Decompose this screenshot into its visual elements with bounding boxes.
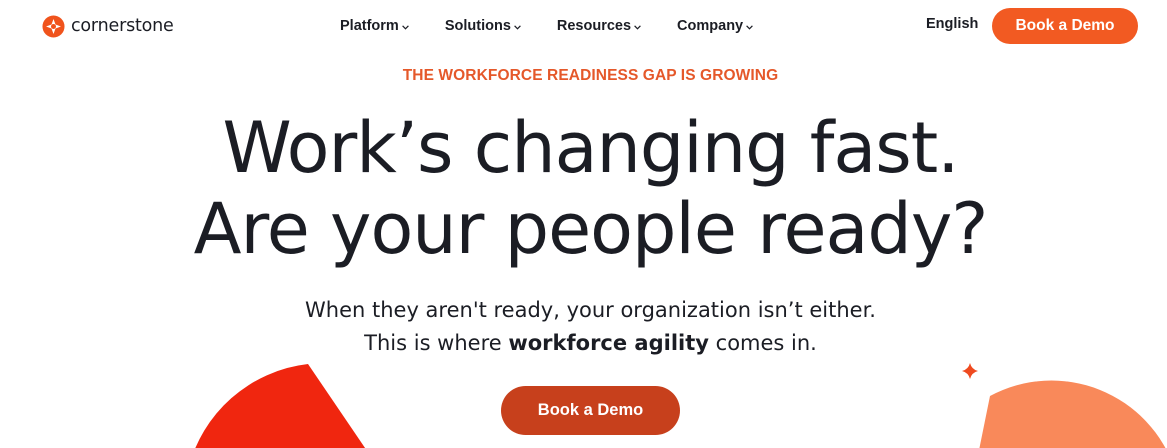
page: cornerstone Platform Solutions Resources… (0, 0, 1167, 448)
nav-item-label: Company (677, 18, 744, 34)
subheadline-line-2: This is where workforce agility comes in… (0, 327, 1167, 360)
nav-item-label: Platform (340, 18, 399, 34)
chevron-down-icon (634, 25, 641, 30)
nav-item-solutions[interactable]: Solutions (445, 18, 521, 34)
book-demo-hero-button[interactable]: Book a Demo (501, 386, 680, 435)
brand-name: cornerstone (71, 16, 174, 36)
headline-line-1: Work’s changing fast. (222, 107, 960, 189)
chevron-down-icon (401, 25, 409, 30)
brand-logo[interactable]: cornerstone (42, 13, 174, 39)
subheadline-text: comes in. (708, 331, 817, 355)
language-selector[interactable]: English (926, 16, 978, 32)
book-demo-header-button[interactable]: Book a Demo (992, 8, 1138, 44)
nav-item-platform[interactable]: Platform (340, 18, 409, 34)
red-pie-shape (195, 364, 366, 448)
hero-headline: Work’s changing fast. Are your people re… (0, 108, 1167, 270)
subheadline-text: This is where (364, 331, 509, 355)
hero-subheadline: When they aren't ready, your organizatio… (0, 294, 1167, 360)
subheadline-line-1: When they aren't ready, your organizatio… (305, 298, 876, 322)
main-nav: Platform Solutions Resources Company (340, 16, 789, 36)
nav-item-company[interactable]: Company (677, 18, 753, 34)
chevron-down-icon (514, 25, 521, 30)
chevron-down-icon (746, 25, 753, 30)
sparkle-icon (962, 363, 978, 379)
nav-item-label: Resources (556, 18, 632, 34)
nav-item-resources[interactable]: Resources (557, 18, 641, 34)
nav-item-label: Solutions (444, 18, 511, 34)
cornerstone-logo-icon (42, 14, 65, 38)
hero-eyebrow: THE WORKFORCE READINESS GAP IS GROWING (402, 67, 779, 84)
headline-line-2: Are your people ready? (193, 188, 989, 270)
site-header: cornerstone Platform Solutions Resources… (0, 0, 1167, 52)
peach-pie-shape (979, 380, 1166, 448)
subheadline-emphasis: workforce agility (508, 331, 709, 355)
